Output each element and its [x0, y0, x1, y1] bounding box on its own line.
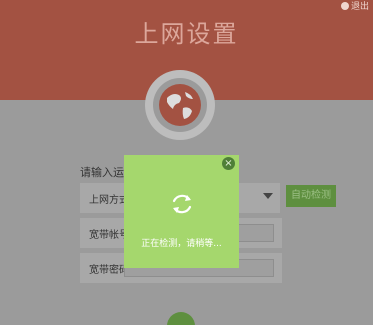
page-title: 上网设置 — [134, 20, 239, 48]
refresh-spinner-icon — [172, 194, 192, 214]
exit-link[interactable]: 退出 — [340, 0, 369, 12]
close-icon[interactable]: × — [222, 157, 235, 170]
auto-detect-button[interactable]: 自动检测 — [286, 185, 336, 207]
exit-label: 退出 — [350, 2, 369, 12]
next-button[interactable] — [167, 312, 195, 325]
detecting-dialog: × 正在检测，请稍等... — [124, 155, 239, 268]
chevron-down-icon[interactable] — [263, 193, 273, 199]
password-label: 宽带密码 — [89, 265, 129, 276]
account-label: 宽带帐号 — [89, 230, 129, 241]
detecting-status-text: 正在检测，请稍等... — [141, 239, 222, 249]
connection-type-label: 上网方式 — [89, 195, 129, 206]
exit-icon — [340, 1, 349, 10]
globe-icon — [159, 84, 201, 126]
globe-badge — [145, 70, 215, 140]
